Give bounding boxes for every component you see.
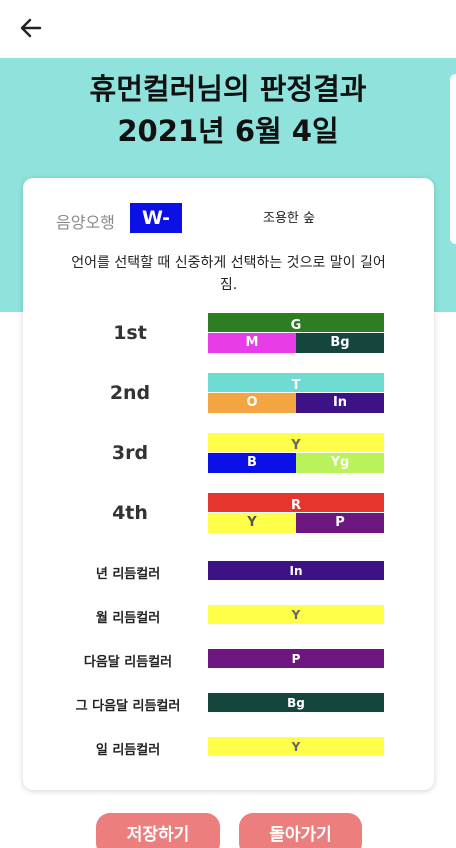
rank-1-right-code: Bg bbox=[330, 335, 350, 350]
title-line-date: 2021년 6월 4일 bbox=[117, 114, 339, 148]
rank-4-top-color: R bbox=[208, 493, 384, 513]
rhythm-bar-day: Y bbox=[208, 737, 384, 756]
rank-4-left-color: Y bbox=[208, 513, 296, 533]
rhythm-label-month: 월 리듬컬러 bbox=[95, 611, 161, 626]
rank-4-right-color: P bbox=[296, 513, 384, 533]
page-title: 휴먼컬러님의 판정결과 2021년 6월 4일 bbox=[0, 68, 456, 152]
arrow-left-icon bbox=[20, 18, 42, 38]
rank-1-left-code: M bbox=[245, 335, 259, 350]
rank-2-right-code: In bbox=[332, 395, 348, 410]
rank-label-1: 1st bbox=[113, 322, 147, 344]
go-back-button[interactable]: 돌아가기 bbox=[239, 813, 362, 848]
rank-1-left-color: M bbox=[208, 333, 296, 353]
ohang-nickname: 조용한 숲 bbox=[263, 211, 315, 226]
ohang-badge: W- bbox=[130, 203, 182, 233]
description-text: 언어를 선택할 때 신중하게 선택하는 것으로 말이 길어 짐. bbox=[71, 255, 386, 293]
save-button[interactable]: 저장하기 bbox=[96, 813, 220, 848]
ohang-label: 음양오행 bbox=[56, 213, 115, 232]
rhythm-label-year: 년 리듬컬러 bbox=[95, 567, 161, 582]
rank-label-2: 2nd bbox=[109, 382, 151, 404]
rank-label-4: 4th bbox=[112, 502, 148, 524]
rhythm-bar-month: Y bbox=[208, 605, 384, 624]
rhythm-label-next-month: 다음달 리듬컬러 bbox=[83, 655, 173, 670]
rhythm-label-day: 일 리듬컬러 bbox=[95, 743, 161, 758]
rank-3-left-color: B bbox=[208, 453, 296, 473]
top-bar bbox=[0, 0, 456, 58]
rhythm-label-month-after-next: 그 다음달 리듬컬러 bbox=[75, 699, 181, 714]
rank-2-left-color: O bbox=[208, 393, 296, 413]
rank-3-right-code: Yg bbox=[330, 455, 350, 470]
rank-1-top-color: G bbox=[208, 313, 384, 333]
rhythm-bar-month-after-next: Bg bbox=[208, 693, 384, 712]
back-button[interactable] bbox=[14, 12, 48, 44]
rhythm-bar-year: In bbox=[208, 561, 384, 580]
rank-3-right-color: Yg bbox=[296, 453, 384, 473]
title-line-name: 휴먼컬러님의 판정결과 bbox=[89, 72, 367, 106]
rank-1-right-color: Bg bbox=[296, 333, 384, 353]
result-card: 음양오행 W- 조용한 숲 언어를 선택할 때 신중하게 선택하는 것으로 말이… bbox=[23, 178, 434, 790]
rank-2-top-color: T bbox=[208, 373, 384, 393]
rank-3-top-color: Y bbox=[208, 433, 384, 453]
rhythm-bar-next-month: P bbox=[208, 649, 384, 668]
rank-label-3: 3rd bbox=[111, 442, 149, 464]
rank-2-right-color: In bbox=[296, 393, 384, 413]
rank-2-left-code: O bbox=[246, 395, 258, 410]
rank-4-left-code: Y bbox=[247, 515, 257, 530]
rank-4-right-code: P bbox=[335, 515, 345, 530]
rank-3-left-code: B bbox=[247, 455, 257, 470]
